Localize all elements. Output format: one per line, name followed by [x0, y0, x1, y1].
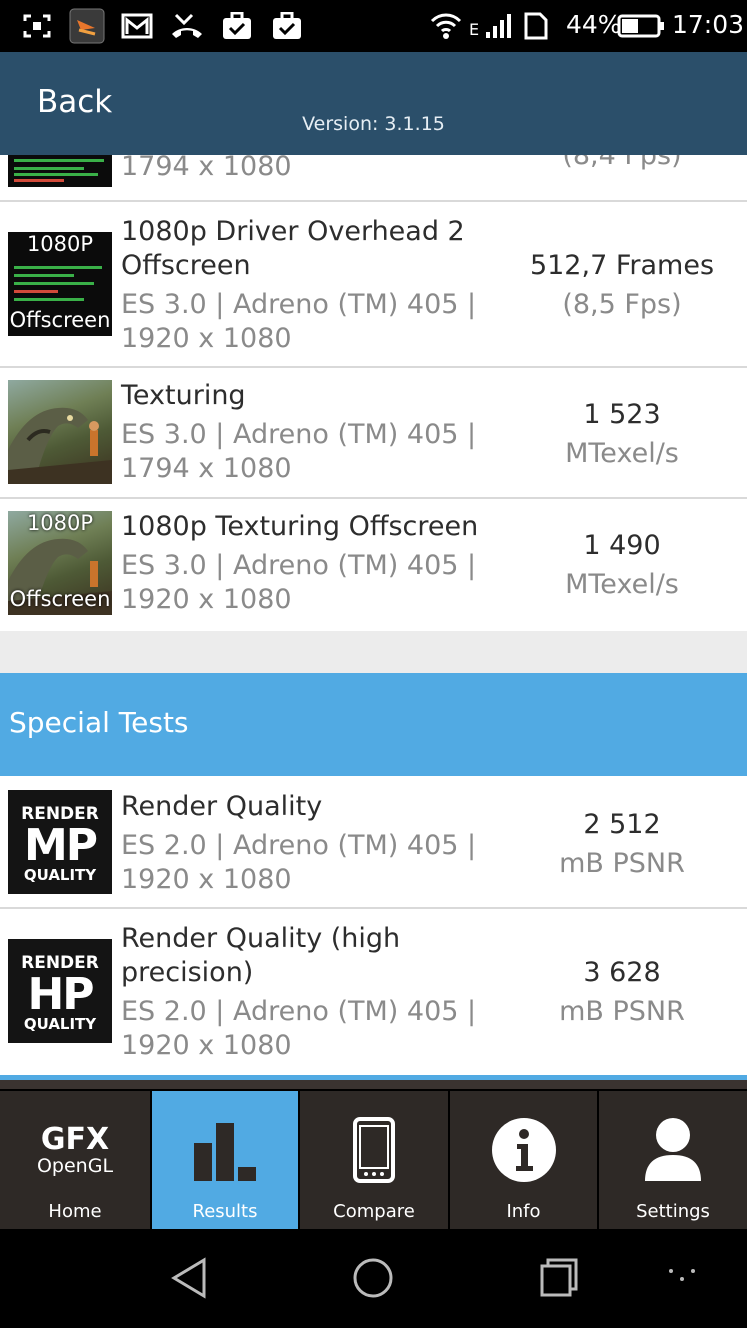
- result-subtitle: 1920 x 1080: [121, 323, 292, 354]
- version-label: Version: 3.1.15: [302, 113, 445, 135]
- result-title: Offscreen: [121, 250, 251, 281]
- back-nav-icon[interactable]: [170, 1257, 208, 1303]
- result-subtitle: ES 3.0 | Adreno (TM) 405 |: [121, 419, 477, 450]
- network-type: E: [469, 20, 480, 39]
- task-icon: [221, 12, 253, 40]
- result-subtitle: 1920 x 1080: [121, 864, 292, 895]
- sim-icon: [523, 12, 549, 40]
- result-subtitle: 1920 x 1080: [121, 584, 292, 615]
- render-quality-mp-icon: RENDER MP QUALITY: [8, 790, 112, 894]
- result-row[interactable]: RENDER MP QUALITY Render Quality ES 2.0 …: [0, 776, 747, 909]
- result-row[interactable]: RENDER HP QUALITY Render Quality (high p…: [0, 909, 747, 1075]
- recent-apps-icon[interactable]: [538, 1257, 580, 1303]
- result-title: precision): [121, 957, 254, 988]
- result-subtitle: ES 2.0 | Adreno (TM) 405 |: [121, 830, 477, 861]
- status-bar: E 44% 17:03: [0, 0, 747, 52]
- result-title: Texturing: [121, 380, 246, 411]
- 1080p-offscreen-overhead-icon: 1080P Offscreen: [8, 232, 112, 336]
- section-title: Special Tests: [9, 706, 189, 739]
- result-row[interactable]: 1080P Offscreen 1080p Texturing Offscree…: [0, 499, 747, 631]
- results-list[interactable]: 1794 x 1080 (8,4 Fps) 1080P Offscreen 10…: [0, 155, 747, 1075]
- tab-info[interactable]: Info: [448, 1089, 597, 1234]
- gfx-opengl-logo-icon: GFX OpenGL: [36, 1122, 114, 1178]
- battery-icon: [617, 12, 665, 40]
- result-value: 1 490 MTexel/s: [565, 530, 679, 600]
- tab-label: Compare: [333, 1201, 415, 1222]
- app-icon: [69, 8, 105, 44]
- result-subtitle: ES 3.0 | Adreno (TM) 405 |: [121, 550, 477, 581]
- tab-settings[interactable]: Settings: [597, 1089, 747, 1234]
- 1080p-overhead-icon: [8, 155, 112, 187]
- result-value: 2 512 mB PSNR: [559, 809, 685, 879]
- mail-icon: [121, 12, 153, 40]
- signal-icon: [482, 12, 512, 40]
- bottom-tab-bar: GFX OpenGL Home Results Compare Info Set…: [0, 1075, 747, 1234]
- section-gap: [0, 631, 747, 673]
- result-title: Render Quality (high: [121, 923, 401, 954]
- clock: 17:03: [672, 10, 745, 39]
- result-subtitle: ES 3.0 | Adreno (TM) 405 |: [121, 289, 477, 320]
- more-options-icon[interactable]: [667, 1267, 697, 1291]
- texturing-offscreen-icon: 1080P Offscreen: [8, 511, 112, 615]
- result-row[interactable]: Texturing ES 3.0 | Adreno (TM) 405 | 179…: [0, 368, 747, 499]
- texturing-dinosaur-icon: [8, 380, 112, 484]
- result-subtitle: 1920 x 1080: [121, 1030, 292, 1061]
- result-value: 1 523 MTexel/s: [565, 399, 679, 469]
- tab-label: Settings: [636, 1201, 710, 1222]
- results-bar-chart-icon: [152, 1117, 298, 1183]
- missed-call-icon: [170, 12, 204, 40]
- tab-compare[interactable]: Compare: [298, 1089, 448, 1234]
- result-subtitle: ES 2.0 | Adreno (TM) 405 |: [121, 996, 477, 1027]
- render-quality-hp-icon: RENDER HP QUALITY: [8, 939, 112, 1043]
- task-icon: [271, 12, 303, 40]
- result-subtitle: 1794 x 1080: [121, 453, 292, 484]
- home-nav-icon[interactable]: [352, 1257, 394, 1303]
- result-subtitle: 1794 x 1080: [121, 155, 292, 182]
- result-value: 512,7 Frames (8,5 Fps): [529, 250, 715, 320]
- app-header: Back Version: 3.1.15: [0, 52, 747, 155]
- result-value: (8,4 Fps): [562, 155, 682, 171]
- special-tests-header: Special Tests: [0, 673, 747, 776]
- system-nav-bar: [0, 1229, 747, 1328]
- battery-percent: 44%: [566, 10, 622, 39]
- tab-label: Info: [506, 1201, 541, 1222]
- result-title: Render Quality: [121, 791, 323, 822]
- result-title: 1080p Driver Overhead 2: [121, 216, 465, 247]
- result-row[interactable]: 1080P Offscreen 1080p Driver Overhead 2 …: [0, 202, 747, 368]
- info-icon: [450, 1117, 597, 1183]
- tab-label: Home: [48, 1201, 102, 1222]
- screenshot-icon: [22, 12, 52, 40]
- result-value: 3 628 mB PSNR: [559, 957, 685, 1027]
- tab-results[interactable]: Results: [150, 1089, 298, 1234]
- user-settings-icon: [599, 1117, 747, 1183]
- wifi-icon: [430, 12, 462, 40]
- tab-home[interactable]: GFX OpenGL Home: [0, 1089, 150, 1234]
- tab-label: Results: [192, 1201, 258, 1222]
- result-row[interactable]: 1794 x 1080 (8,4 Fps): [0, 155, 747, 202]
- result-title: 1080p Texturing Offscreen: [121, 511, 479, 542]
- phone-compare-icon: [300, 1117, 448, 1183]
